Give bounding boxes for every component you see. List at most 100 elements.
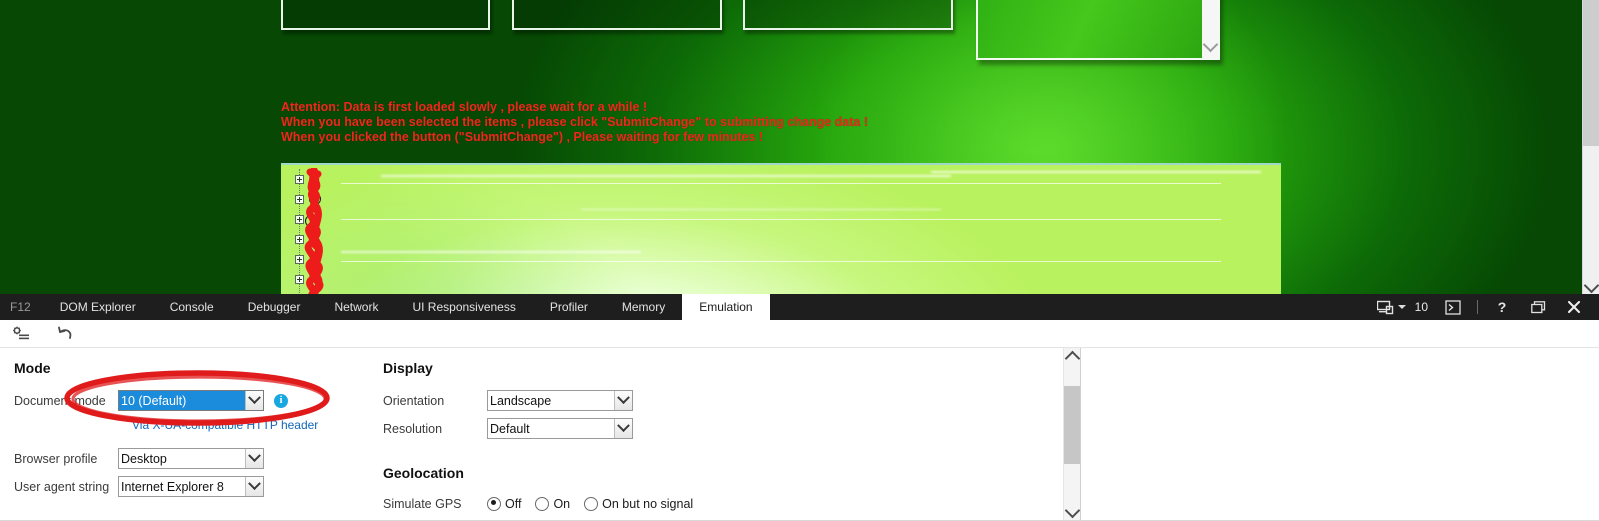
emulation-scroll-down-button[interactable]: [1064, 502, 1080, 519]
user-agent-dropdown-wrap: Internet Explorer 8: [118, 476, 264, 497]
tab-console[interactable]: Console: [153, 294, 231, 320]
info-icon[interactable]: i: [274, 393, 288, 408]
tree-node-circle: [305, 215, 317, 227]
warning-message: Attention: Data is first loaded slowly ,…: [281, 100, 1181, 145]
browser-profile-dropdown-wrap: Desktop: [118, 448, 264, 469]
emulation-scrollbar[interactable]: [1063, 348, 1080, 521]
emulation-scroll-up-button[interactable]: [1064, 350, 1080, 367]
grid-row-line-3: [341, 261, 1221, 262]
user-agent-select[interactable]: Internet Explorer 8: [118, 476, 264, 497]
warning-line-1: Attention: Data is first loaded slowly ,…: [281, 100, 648, 114]
orientation-row: Orientation Landscape: [383, 390, 743, 411]
resolution-dropdown-wrap: Default: [487, 418, 633, 439]
radio-gps-no-signal[interactable]: [584, 496, 599, 511]
document-mode-dropdown-wrap: 10 (Default): [118, 390, 264, 411]
simulate-gps-label: Simulate GPS: [383, 496, 462, 511]
device-monitor-icon[interactable]: [1372, 294, 1411, 320]
chevron-down-icon[interactable]: [1202, 36, 1218, 53]
list-box-scrollbar[interactable]: [1202, 0, 1218, 58]
screen-root: Attention: Data is first loaded slowly ,…: [0, 0, 1599, 521]
chevron-down-icon[interactable]: [1064, 502, 1080, 519]
device-monitor-glyph: [1376, 300, 1393, 314]
browser-profile-select[interactable]: Desktop: [118, 448, 264, 469]
tab-ui-responsiveness[interactable]: UI Responsiveness: [395, 294, 532, 320]
console-prompt-glyph: [1445, 299, 1461, 315]
warning-line-2: When you have been selected the items , …: [281, 115, 868, 129]
browser-content-area: Attention: Data is first loaded slowly ,…: [0, 0, 1599, 294]
document-mode-note[interactable]: Via X-UA-compatible HTTP header: [132, 418, 344, 432]
tab-dom-explorer[interactable]: DOM Explorer: [43, 294, 153, 320]
text-box-2[interactable]: [512, 0, 722, 30]
orientation-dropdown-wrap: Landscape: [487, 390, 633, 411]
tree-expand-icon[interactable]: [295, 215, 304, 224]
grid-streak-4: [931, 171, 1261, 173]
display-section: Display Orientation Landscape Resolution: [383, 360, 743, 521]
page-scroll-down-button[interactable]: [1583, 277, 1599, 294]
chevron-down-icon[interactable]: [1397, 305, 1406, 309]
tree-expand-icon[interactable]: [295, 175, 304, 184]
resolution-row: Resolution Default: [383, 418, 743, 439]
tree-expand-icon[interactable]: [295, 255, 304, 264]
chevron-down-icon[interactable]: [1583, 277, 1599, 294]
tree-node-circle: [307, 261, 319, 273]
grid-row-line-1: [341, 183, 1221, 184]
browser-profile-label: Browser profile: [14, 451, 98, 466]
tab-profiler[interactable]: Profiler: [533, 294, 605, 320]
settings-gear-glyph: [13, 326, 29, 339]
mode-section: Mode Document mode 10 (Default) i Via X-…: [14, 360, 344, 504]
display-section-title: Display: [383, 360, 433, 376]
grid-streak-2: [581, 209, 941, 210]
radio-gps-off-label: Off: [505, 496, 522, 511]
grid-streak-3: [341, 251, 641, 253]
close-x-icon[interactable]: [1557, 294, 1591, 320]
page-scrollbar[interactable]: [1582, 0, 1599, 294]
emulation-content: Mode Document mode 10 (Default) i Via X-…: [0, 348, 1599, 521]
tree-expand-icon[interactable]: [295, 195, 304, 204]
tree-expand-icon[interactable]: [295, 275, 304, 284]
document-mode-row: Document mode 10 (Default) i: [14, 390, 344, 411]
text-box-3[interactable]: [743, 0, 953, 30]
document-mode-select[interactable]: 10 (Default): [118, 390, 264, 411]
simulate-gps-row: Simulate GPS Off On On but no signal: [383, 493, 743, 514]
undo-icon[interactable]: [54, 324, 76, 344]
user-agent-row: User agent string Internet Explorer 8: [14, 476, 344, 497]
geolocation-section-title: Geolocation: [383, 465, 464, 481]
orientation-label: Orientation: [383, 393, 445, 408]
gps-radio-group: Off On On but no signal: [487, 496, 703, 511]
user-agent-label: User agent string: [14, 479, 110, 494]
page-scrollbar-thumb[interactable]: [1583, 0, 1599, 146]
orientation-select[interactable]: Landscape: [487, 390, 633, 411]
tab-f12-label: F12: [10, 300, 31, 314]
tab-emulation[interactable]: Emulation: [682, 294, 770, 320]
settings-icon[interactable]: [10, 324, 32, 344]
tab-debugger[interactable]: Debugger: [231, 294, 318, 320]
resolution-select[interactable]: Default: [487, 418, 633, 439]
toolbar-divider: [1477, 300, 1478, 314]
radio-gps-on[interactable]: [535, 496, 550, 511]
console-prompt-icon[interactable]: [1436, 294, 1470, 320]
grid-row-line-2: [341, 219, 1221, 220]
data-grid-panel: [281, 163, 1281, 294]
text-box-1[interactable]: [281, 0, 490, 30]
emulation-right-empty-area: [1080, 348, 1599, 521]
tree-expand-icon[interactable]: [295, 235, 304, 244]
emulation-scrollbar-thumb[interactable]: [1064, 386, 1080, 464]
browser-profile-row: Browser profile Desktop: [14, 448, 344, 469]
grid-tree-column: [291, 169, 337, 294]
devtools-tabbar: F12 DOM Explorer Console Debugger Networ…: [0, 294, 1599, 320]
radio-gps-off[interactable]: [487, 496, 501, 511]
browser-version-label: 10: [1414, 300, 1428, 314]
scrollable-list-box[interactable]: [976, 0, 1220, 60]
warning-line-3: When you clicked the button ("SubmitChan…: [281, 130, 764, 144]
tab-memory[interactable]: Memory: [605, 294, 682, 320]
help-question-icon[interactable]: ?: [1485, 294, 1519, 320]
undo-arrow-glyph: [58, 326, 72, 339]
devtools-titlebar-actions: 10 ?: [1372, 294, 1599, 320]
tab-network[interactable]: Network: [317, 294, 395, 320]
restore-window-icon[interactable]: [1521, 294, 1555, 320]
grid-streak-1: [381, 175, 951, 177]
mode-section-title: Mode: [14, 360, 51, 376]
chevron-up-icon[interactable]: [1064, 350, 1080, 367]
f12-devtools-panel: F12 DOM Explorer Console Debugger Networ…: [0, 294, 1599, 521]
close-x-glyph: [1567, 300, 1581, 314]
